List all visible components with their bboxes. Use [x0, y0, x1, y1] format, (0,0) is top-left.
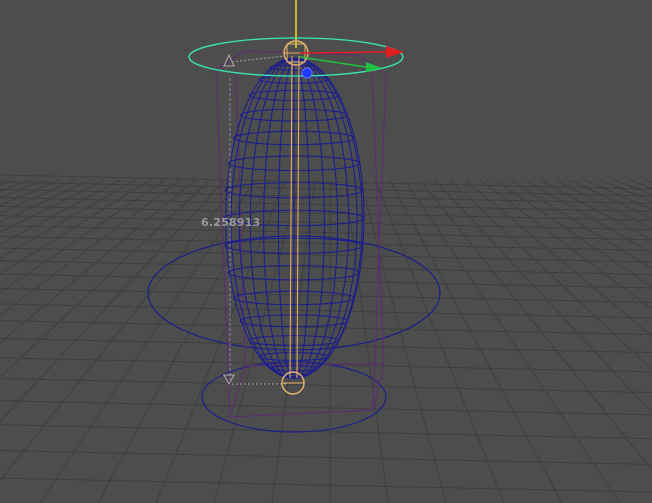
3d-viewport[interactable]: 6.258913 [0, 0, 652, 503]
longitude-line [293, 57, 311, 379]
grid-line [434, 179, 652, 414]
grid-line [464, 179, 652, 337]
ellipsoid-wireframe[interactable] [223, 57, 365, 379]
grid-line [0, 174, 652, 190]
grid-line [374, 179, 505, 503]
grid-line [0, 179, 31, 192]
x-axis-handle[interactable] [299, 46, 404, 58]
arrow-right-icon [386, 46, 404, 58]
grid-line [614, 179, 652, 196]
ground-grid [0, 174, 652, 503]
grid-line [344, 179, 389, 503]
longitude-line [293, 57, 358, 379]
grid-line [0, 378, 652, 394]
grid-line [0, 197, 652, 213]
grid-line [0, 179, 91, 223]
grid-line [0, 247, 652, 263]
grid-line [0, 260, 652, 276]
scene-canvas[interactable] [0, 0, 652, 503]
sphere-handle-icon[interactable] [301, 67, 313, 79]
grid-line [0, 449, 652, 465]
grid-line [0, 477, 652, 493]
grid-line [0, 287, 652, 303]
bottom-joint[interactable] [281, 371, 305, 395]
grid-line [0, 179, 121, 245]
grid-line [155, 179, 286, 503]
longitude-line [249, 57, 295, 379]
grid-line [629, 179, 652, 189]
longitude-line [293, 57, 339, 379]
grid-line [0, 179, 106, 234]
grid-line [389, 179, 563, 503]
grid-line [0, 424, 652, 440]
